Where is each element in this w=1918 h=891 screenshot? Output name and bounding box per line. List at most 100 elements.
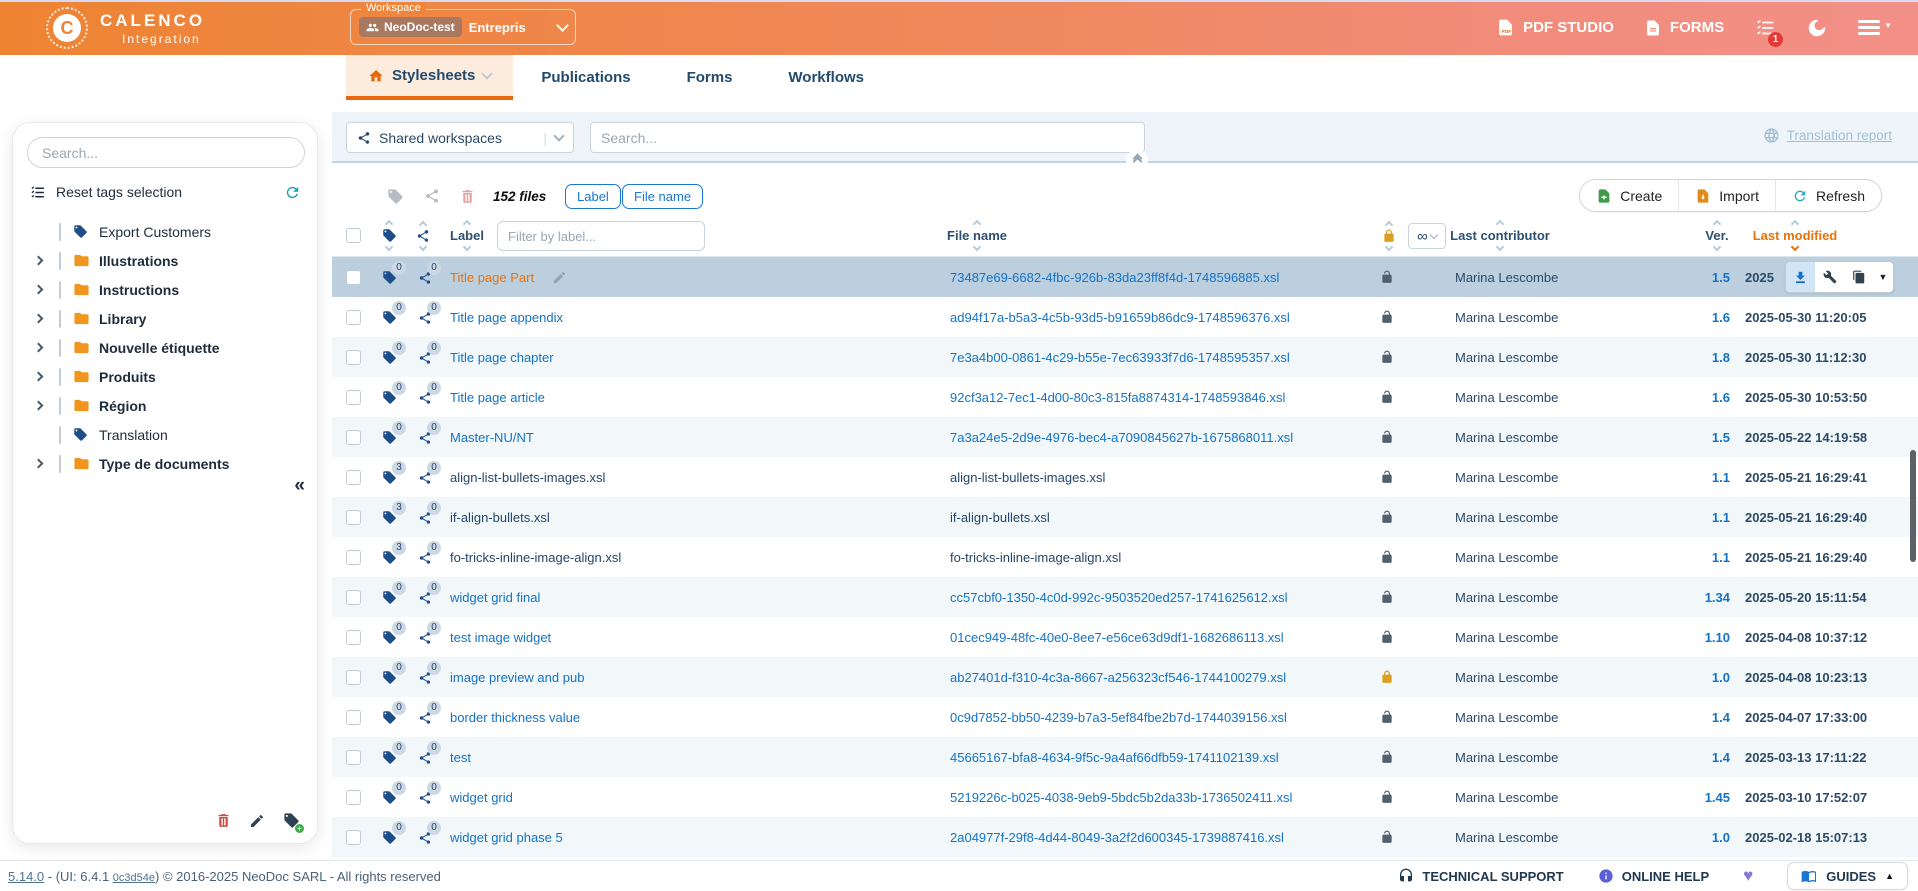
row-version[interactable]: 1.6 [1712,310,1730,325]
row-version[interactable]: 1.1 [1712,550,1730,565]
row-share-button[interactable]: 0 [418,309,432,325]
row-file-name[interactable]: ab27401d-f310-4c3a-8667-a256323cf546-174… [950,670,1286,685]
row-tags-button[interactable]: 0 [382,309,397,325]
row-label[interactable]: Title page chapter [450,350,554,365]
row-file-name[interactable]: 5219226c-b025-4038-9eb9-5bdc5b2da33b-173… [950,790,1292,805]
table-row[interactable]: 0 0 Title page chapter 7e3a4b00-0861-4c2… [332,337,1918,377]
row-tags-button[interactable]: 0 [382,829,397,845]
tag-checkbox[interactable] [59,426,61,444]
row-label[interactable]: widget grid phase 5 [450,830,563,845]
row-tags-button[interactable]: 0 [382,669,397,685]
row-label[interactable]: border thickness value [450,710,580,725]
row-version[interactable]: 1.5 [1712,430,1730,445]
row-checkbox[interactable] [346,710,361,725]
table-row[interactable]: 0 0 Master-NU/NT 7a3a24e5-2d9e-4976-bec4… [332,417,1918,457]
row-tags-button[interactable]: 0 [382,269,397,285]
row-version[interactable]: 1.1 [1712,470,1730,485]
download-button[interactable] [1786,261,1815,293]
reset-tags-label[interactable]: Reset tags selection [56,184,182,200]
table-row[interactable]: 0 0 Title page appendix ad94f17a-b5a3-4c… [332,297,1918,337]
table-row[interactable]: 3 0 if-align-bullets.xsl if-align-bullet… [332,497,1918,537]
row-checkbox[interactable] [346,590,361,605]
row-file-name[interactable]: 0c9d7852-bb50-4239-b7a3-5ef84fbe2b7d-174… [950,710,1287,725]
row-tags-button[interactable]: 3 [382,549,397,565]
app-version-link[interactable]: 5.14.0 [8,869,44,884]
table-row[interactable]: 0 0 image preview and pub ab27401d-f310-… [332,657,1918,697]
table-row[interactable]: 0 0 border thickness value 0c9d7852-bb50… [332,697,1918,737]
table-row[interactable]: 0 0 Title page article 92cf3a12-7ec1-4d0… [332,377,1918,417]
select-all-checkbox-cell[interactable] [338,214,368,257]
row-share-button[interactable]: 0 [418,829,432,845]
sort-by-share[interactable] [410,214,436,257]
online-help-link[interactable]: ONLINE HELP [1598,868,1709,884]
version-scope-select[interactable]: ∞ [1408,223,1446,249]
table-row[interactable]: 3 0 align-list-bullets-images.xsl align-… [332,457,1918,497]
sort-by-lock[interactable] [1374,214,1404,257]
bulk-tag-button[interactable] [387,178,404,214]
create-button[interactable]: Create [1580,180,1678,211]
tasks-button[interactable]: 1 [1754,17,1776,39]
row-checkbox[interactable] [346,790,361,805]
technical-support-link[interactable]: TECHNICAL SUPPORT [1398,868,1563,884]
manage-tags-button[interactable]: + [283,812,300,830]
sort-by-file-name[interactable]: File name [932,214,1022,257]
row-share-button[interactable]: 0 [418,509,432,525]
row-file-name[interactable]: 7e3a4b00-0861-4c29-b55e-7ec63933f7d6-174… [950,350,1290,365]
tag-tree-item[interactable]: Export Customers [13,217,317,246]
row-share-button[interactable]: 0 [418,269,432,285]
refresh-button[interactable]: Refresh [1775,180,1881,211]
row-checkbox[interactable] [346,390,361,405]
row-tags-button[interactable]: 0 [382,589,397,605]
row-checkbox[interactable] [346,310,361,325]
refresh-tags-button[interactable] [284,183,301,201]
tag-checkbox[interactable] [59,281,61,299]
row-label[interactable]: test image widget [450,630,551,645]
bulk-share-button[interactable] [424,178,440,214]
row-label[interactable]: if-align-bullets.xsl [450,510,550,525]
tag-checkbox[interactable] [59,223,61,241]
row-share-button[interactable]: 0 [418,469,432,485]
row-version[interactable]: 1.45 [1705,790,1730,805]
row-file-name[interactable]: if-align-bullets.xsl [950,510,1050,525]
row-version[interactable]: 1.5 [1712,270,1730,285]
row-label[interactable]: widget grid [450,790,513,805]
row-tags-button[interactable]: 0 [382,709,397,725]
row-label[interactable]: Master-NU/NT [450,430,534,445]
table-row[interactable]: 3 0 fo-tricks-inline-image-align.xsl fo-… [332,537,1918,577]
row-tags-button[interactable]: 0 [382,429,397,445]
expand-chevron-icon[interactable] [34,459,44,469]
expand-chevron-icon[interactable] [34,343,44,353]
label-filter-chip[interactable]: Label [565,184,621,209]
row-checkbox[interactable] [346,670,361,685]
vertical-scrollbar[interactable] [1910,450,1916,562]
tab-stylesheets[interactable]: Stylesheets [346,55,513,100]
row-checkbox[interactable] [346,550,361,565]
row-version[interactable]: 1.34 [1705,590,1730,605]
translation-report-link[interactable]: Translation report [1763,127,1892,144]
table-row[interactable]: 0 0 widget grid 5219226c-b025-4038-9eb9-… [332,777,1918,817]
row-checkbox[interactable] [346,430,361,445]
row-version[interactable]: 1.1 [1712,510,1730,525]
row-label[interactable]: widget grid final [450,590,540,605]
build-hash-link[interactable]: 0c3d54e [113,872,155,884]
dark-mode-moon-icon[interactable] [1806,17,1828,39]
forms-link[interactable]: FORMS [1644,19,1724,37]
bulk-delete-button[interactable] [459,178,476,214]
row-share-button[interactable]: 0 [418,349,432,365]
tools-button[interactable] [1815,261,1844,293]
row-file-name[interactable]: 73487e69-6682-4fbc-926b-83da23ff8f4d-174… [950,270,1279,285]
workspace-selector[interactable]: Workspace NeoDoc-test Entrepris [350,9,576,45]
table-row[interactable]: 0 0 widget grid final cc57cbf0-1350-4c0d… [332,577,1918,617]
row-checkbox[interactable] [346,630,361,645]
row-label[interactable]: image preview and pub [450,670,584,685]
row-tags-button[interactable]: 0 [382,349,397,365]
delete-tag-button[interactable] [215,812,232,830]
tag-tree-item[interactable]: Type de documents [13,449,317,478]
tag-checkbox[interactable] [59,397,61,415]
row-file-name[interactable]: 7a3a24e5-2d9e-4976-bec4-a7090845627b-167… [950,430,1293,445]
row-label[interactable]: Title page Part [450,270,534,285]
row-version[interactable]: 1.0 [1712,670,1730,685]
tag-tree-item[interactable]: Translation [13,420,317,449]
row-version[interactable]: 1.0 [1712,830,1730,845]
row-label[interactable]: Title page appendix [450,310,563,325]
